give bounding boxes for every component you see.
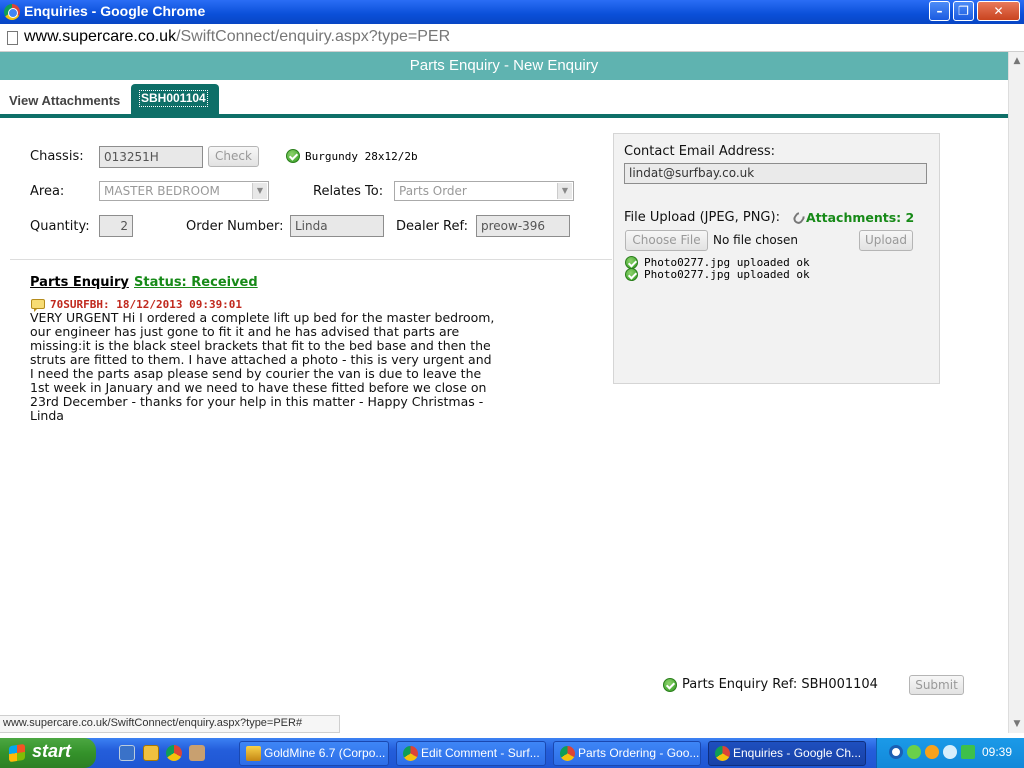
file-upload-label: File Upload (JPEG, PNG): — [624, 210, 780, 225]
quantity-input[interactable]: 2 — [99, 215, 133, 237]
check-ok-icon — [286, 149, 300, 163]
tray-app-icon[interactable] — [889, 745, 903, 759]
taskbar-item-goldmine[interactable]: GoldMine 6.7 (Corpo... — [239, 741, 389, 766]
taskbar-item-edit-comment[interactable]: Edit Comment - Surf... — [396, 741, 546, 766]
tray-search-icon[interactable] — [943, 745, 957, 759]
maximize-button[interactable]: ❐ — [953, 1, 974, 21]
choose-file-button[interactable]: Choose File — [625, 230, 708, 251]
tab-bar: View Attachments SBH001104 — [0, 80, 1008, 118]
url-text[interactable]: www.supercare.co.uk/SwiftConnect/enquiry… — [24, 28, 450, 46]
taskbar-item-parts-ordering[interactable]: Parts Ordering - Goo... — [553, 741, 701, 766]
tray-safety-icon[interactable] — [961, 745, 975, 759]
quicklaunch-outlook-icon[interactable] — [143, 745, 159, 761]
tray-update-icon[interactable] — [925, 745, 939, 759]
check-button[interactable]: Check — [208, 146, 259, 167]
contact-email-label: Contact Email Address: — [624, 144, 776, 159]
chevron-down-icon: ▼ — [557, 183, 572, 199]
goldmine-icon — [246, 746, 261, 761]
area-select[interactable]: MASTER BEDROOM ▼ — [99, 181, 269, 201]
quicklaunch-chrome-icon[interactable] — [166, 745, 182, 761]
status-badge[interactable]: Status: Received — [134, 275, 258, 290]
quicklaunch-app-icon[interactable] — [189, 745, 205, 761]
address-bar[interactable]: www.supercare.co.uk/SwiftConnect/enquiry… — [0, 24, 1024, 52]
area-select-value: MASTER BEDROOM — [104, 184, 220, 198]
chrome-icon — [4, 4, 20, 20]
chrome-icon — [715, 746, 730, 761]
divider — [10, 259, 612, 260]
start-label: start — [32, 741, 72, 761]
close-button[interactable]: ✕ — [977, 1, 1020, 21]
taskbar-item-enquiries[interactable]: Enquiries - Google Ch... — [708, 741, 866, 766]
quantity-label: Quantity: — [30, 219, 90, 234]
chrome-icon — [403, 746, 418, 761]
area-label: Area: — [30, 184, 65, 199]
tab-view-attachments[interactable]: View Attachments — [9, 93, 120, 108]
vertical-scrollbar[interactable]: ▲ ▼ — [1008, 52, 1024, 733]
upload-button[interactable]: Upload — [859, 230, 913, 251]
tab-enquiry-ref-label: SBH001104 — [139, 90, 208, 107]
quicklaunch-desktop-icon[interactable] — [119, 745, 135, 761]
start-button[interactable]: start — [0, 738, 96, 768]
windows-logo-icon — [9, 743, 25, 763]
taskbar-item-label: Enquiries - Google Ch... — [733, 746, 862, 760]
attachments-count[interactable]: Attachments: 2 — [806, 210, 914, 225]
taskbar-item-label: GoldMine 6.7 (Corpo... — [264, 746, 386, 760]
url-path: /SwiftConnect/enquiry.aspx?type=PER — [176, 28, 451, 45]
upload-status-item: Photo0277.jpg uploaded ok — [644, 268, 810, 281]
contact-email-input[interactable]: lindat@surfbay.co.uk — [624, 163, 927, 184]
submit-button[interactable]: Submit — [909, 675, 964, 695]
window-title: Enquiries - Google Chrome — [24, 3, 206, 19]
order-number-input[interactable]: Linda — [290, 215, 384, 237]
scroll-down-icon[interactable]: ▼ — [1012, 719, 1022, 729]
page-content: Parts Enquiry - New Enquiry View Attachm… — [0, 52, 1008, 733]
no-file-chosen-text: No file chosen — [713, 233, 799, 247]
relates-to-select-value: Parts Order — [399, 184, 467, 198]
system-tray: 09:39 — [876, 738, 1024, 768]
dealer-ref-label: Dealer Ref: — [396, 219, 469, 234]
order-number-label: Order Number: — [186, 219, 284, 234]
chrome-icon — [560, 746, 575, 761]
enquiry-ref-text: Parts Enquiry Ref: SBH001104 — [682, 677, 878, 692]
tab-enquiry-ref[interactable]: SBH001104 — [131, 84, 219, 114]
page-icon — [7, 31, 18, 45]
window-title-bar[interactable]: Enquiries - Google Chrome – ❐ ✕ — [0, 0, 1024, 24]
taskbar-item-label: Parts Ordering - Goo... — [578, 746, 700, 760]
scroll-up-icon[interactable]: ▲ — [1012, 56, 1022, 66]
comment-icon — [31, 299, 45, 312]
upload-ok-icon — [625, 268, 638, 281]
parts-enquiry-title[interactable]: Parts Enquiry — [30, 275, 129, 290]
clock[interactable]: 09:39 — [982, 745, 1012, 759]
status-link-bubble: www.supercare.co.uk/SwiftConnect/enquiry… — [0, 715, 340, 733]
dealer-ref-input[interactable]: preow-396 — [476, 215, 570, 237]
chevron-down-icon: ▼ — [252, 183, 267, 199]
taskbar: start GoldMine 6.7 (Corpo... Edit Commen… — [0, 738, 1024, 768]
tray-network-icon[interactable] — [907, 745, 921, 759]
minimize-button[interactable]: – — [929, 1, 950, 21]
relates-to-select[interactable]: Parts Order ▼ — [394, 181, 574, 201]
url-domain: www.supercare.co.uk — [24, 28, 177, 45]
vehicle-info: Burgundy 28x12/2b — [305, 150, 418, 163]
page-header: Parts Enquiry - New Enquiry — [0, 52, 1008, 80]
taskbar-item-label: Edit Comment - Surf... — [421, 746, 540, 760]
comment-body: VERY URGENT Hi I ordered a complete lift… — [30, 310, 495, 423]
ref-ok-icon — [663, 678, 677, 692]
relates-to-label: Relates To: — [313, 184, 384, 199]
chassis-label: Chassis: — [30, 149, 84, 164]
chassis-input[interactable]: 013251H — [99, 146, 203, 168]
